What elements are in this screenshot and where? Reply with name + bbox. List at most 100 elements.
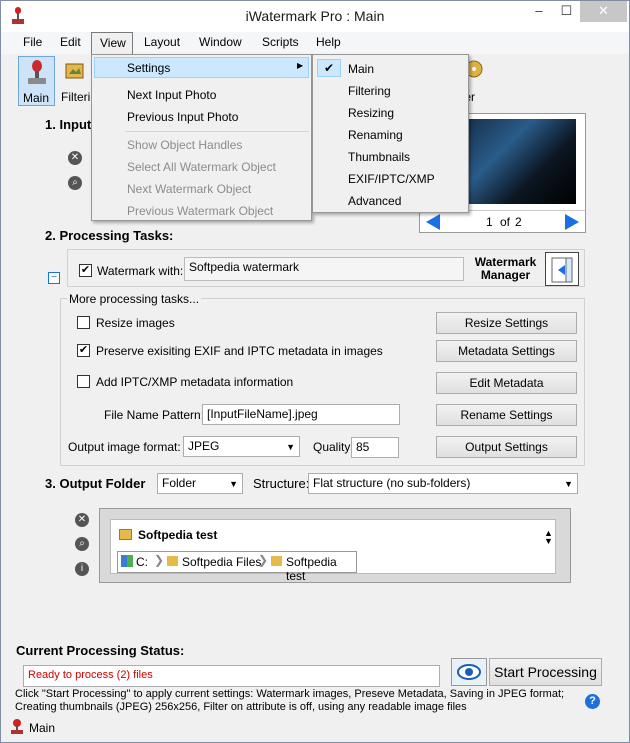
view-menu-prev-wm: Previous Watermark Object xyxy=(127,204,274,218)
panel-arrow-icon xyxy=(551,257,573,283)
main-tool-button[interactable]: Main xyxy=(18,56,55,106)
resize-settings-button[interactable]: Resize Settings xyxy=(436,312,577,334)
prev-image-icon[interactable] xyxy=(426,214,440,230)
preserve-checkbox[interactable]: ✔ xyxy=(77,344,90,357)
info-icon[interactable]: i xyxy=(75,562,89,576)
zoom-output-icon[interactable]: ⌕ xyxy=(75,537,89,551)
menu-edit[interactable]: Edit xyxy=(60,35,81,49)
crumb-drive[interactable]: C: xyxy=(136,555,148,569)
more-tasks-label: More processing tasks... xyxy=(67,292,202,306)
folder-browser: Softpedia test ▲ ▼ C: ❯ Softpedia Files ❯… xyxy=(110,519,556,583)
view-menu-next-wm: Next Watermark Object xyxy=(127,182,252,196)
zoom-input-icon[interactable]: ⌕ xyxy=(68,176,82,190)
view-menu-select-all: Select All Watermark Object xyxy=(127,160,276,174)
title-bar: iWatermark Pro : Main – ☐ ✕ xyxy=(1,1,629,32)
collapse-icon[interactable]: − xyxy=(48,272,60,284)
menu-help[interactable]: Help xyxy=(316,35,341,49)
output-format-value: JPEG xyxy=(188,439,220,453)
view-menu-next-input[interactable]: Next Input Photo xyxy=(127,88,216,102)
edit-metadata-button[interactable]: Edit Metadata xyxy=(436,372,577,394)
menu-separator xyxy=(125,131,309,132)
add-iptc-checkbox[interactable] xyxy=(77,375,90,388)
settings-thumbnails[interactable]: Thumbnails xyxy=(348,150,410,164)
add-iptc-label: Add IPTC/XMP metadata information xyxy=(96,375,294,389)
menu-window[interactable]: Window xyxy=(199,35,242,49)
structure-label: Structure: xyxy=(253,476,310,491)
metadata-settings-button[interactable]: Metadata Settings xyxy=(436,340,577,362)
settings-submenu: ✔ Main Filtering Resizing Renaming Thumb… xyxy=(312,54,469,213)
folder-icon xyxy=(271,556,282,566)
quality-input[interactable]: 85 xyxy=(351,437,399,458)
output-format-label: Output image format: xyxy=(68,440,181,454)
filter-icon xyxy=(65,63,84,79)
rename-settings-button[interactable]: Rename Settings xyxy=(436,404,577,426)
start-processing-button[interactable]: Start Processing xyxy=(489,658,602,686)
chevron-down-icon: ▼ xyxy=(564,479,573,489)
file-name-pattern-label: File Name Pattern: xyxy=(104,408,205,422)
output-folder-title: 3. Output Folder xyxy=(45,476,146,491)
file-name-pattern-input[interactable]: [InputFileName].jpeg xyxy=(202,404,400,425)
view-menu-prev-input[interactable]: Previous Input Photo xyxy=(127,110,238,124)
settings-renaming[interactable]: Renaming xyxy=(348,128,403,142)
help-icon[interactable]: ? xyxy=(585,694,600,709)
clear-input-icon[interactable]: ✕ xyxy=(68,151,82,165)
watermark-manager-button[interactable] xyxy=(545,252,579,286)
resize-label: Resize images xyxy=(96,316,175,330)
folder-name: Softpedia test xyxy=(138,528,218,542)
folder-icon xyxy=(119,529,132,540)
folder-icon xyxy=(167,556,178,566)
stamp-icon xyxy=(11,719,23,734)
page-total: 2 xyxy=(515,215,522,229)
structure-select[interactable]: Flat structure (no sub-folders) ▼ xyxy=(308,473,578,494)
crumb-softpedia-test[interactable]: Softpedia test xyxy=(286,555,356,583)
page-of: of xyxy=(500,215,511,229)
output-format-select[interactable]: JPEG ▼ xyxy=(183,436,300,457)
view-menu-settings[interactable]: Settings xyxy=(127,61,170,75)
folder-type-value: Folder xyxy=(162,476,197,490)
view-menu-show-handles: Show Object Handles xyxy=(127,138,243,152)
close-button[interactable]: ✕ xyxy=(580,1,627,22)
resize-checkbox[interactable] xyxy=(77,316,90,329)
processing-section-title: 2. Processing Tasks: xyxy=(45,228,174,243)
submenu-arrow-icon: ▶ xyxy=(297,61,304,70)
menu-bar: File Edit View Layout Window Scripts Hel… xyxy=(1,32,629,54)
crumb-separator-icon: ❯ xyxy=(258,553,269,567)
settings-filtering[interactable]: Filtering xyxy=(348,84,391,98)
maximize-button[interactable]: ☐ xyxy=(553,1,580,22)
settings-exif[interactable]: EXIF/IPTC/XMP xyxy=(348,172,435,186)
output-settings-button[interactable]: Output Settings xyxy=(436,436,577,458)
menu-view[interactable]: View xyxy=(91,32,133,54)
main-tool-label: Main xyxy=(23,91,50,105)
watermark-label: Watermark with: xyxy=(97,264,184,278)
view-menu-dropdown: Settings ▶ Next Input Photo Previous Inp… xyxy=(91,54,312,221)
watermark-checkbox[interactable]: ✔ xyxy=(79,264,92,277)
preview-nav: 1 of 2 xyxy=(420,210,585,232)
drive-icon xyxy=(121,555,133,567)
statusbar-label: Main xyxy=(29,721,56,735)
stamp-icon xyxy=(28,60,46,84)
menu-layout[interactable]: Layout xyxy=(144,35,180,49)
status-title: Current Processing Status: xyxy=(16,643,185,658)
menu-file[interactable]: File xyxy=(23,35,42,49)
next-image-icon[interactable] xyxy=(565,214,579,230)
status-field: Ready to process (2) files xyxy=(23,665,440,687)
preserve-label: Preserve exisiting EXIF and IPTC metadat… xyxy=(96,344,383,358)
settings-resizing[interactable]: Resizing xyxy=(348,106,394,120)
quality-label: Quality: xyxy=(313,440,354,454)
settings-main[interactable]: Main xyxy=(348,62,374,76)
crumb-softpedia-files[interactable]: Softpedia Files xyxy=(182,555,261,569)
watermark-manager-label: Watermark Manager xyxy=(474,255,537,282)
filtering-tool-label: Filteri xyxy=(61,90,91,104)
preview-button[interactable] xyxy=(451,658,487,686)
settings-advanced[interactable]: Advanced xyxy=(348,194,401,208)
chevron-down-icon: ▼ xyxy=(286,442,295,452)
spin-icon[interactable]: ▲ ▼ xyxy=(544,529,553,546)
input-section-title: 1. Input xyxy=(45,117,92,132)
filtering-tool-button[interactable]: Filteri xyxy=(59,56,91,106)
minimize-button[interactable]: – xyxy=(525,1,553,22)
menu-scripts[interactable]: Scripts xyxy=(262,35,299,49)
page-current: 1 xyxy=(486,215,493,229)
clear-output-icon[interactable]: ✕ xyxy=(75,513,89,527)
watermark-field[interactable]: Softpedia watermark xyxy=(184,257,464,281)
folder-type-select[interactable]: Folder ▼ xyxy=(157,473,243,494)
